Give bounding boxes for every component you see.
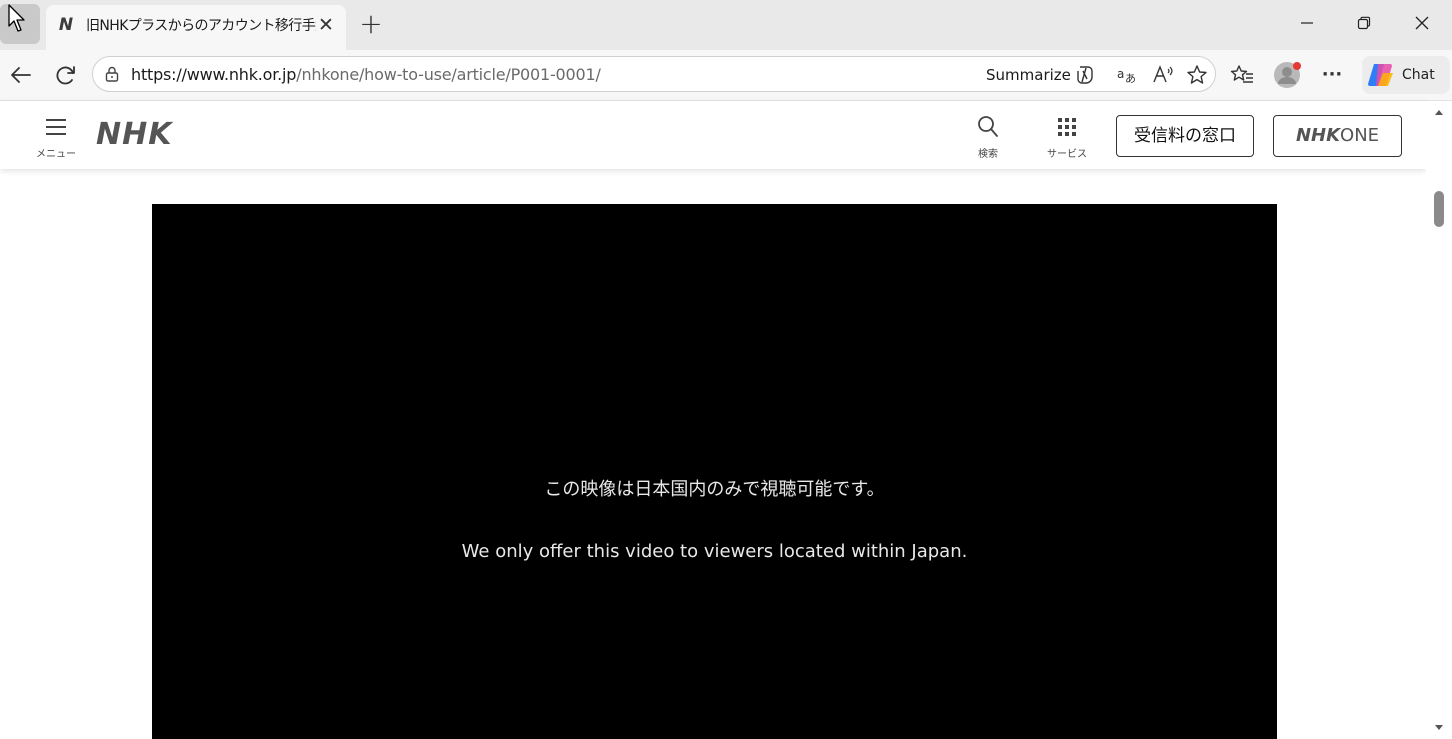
reception-fee-button[interactable]: 受信料の窓口 <box>1116 115 1254 157</box>
scroll-down-arrow-icon[interactable] <box>1434 723 1444 733</box>
tab-title: 旧NHKプラスからのアカウント移行手続 <box>86 18 316 34</box>
nhk-logo[interactable]: NHK <box>96 117 172 153</box>
copilot-summarize-icon[interactable] <box>1073 63 1097 87</box>
site-header: メニュー NHK 検索 サービス 受信料の窓口 NHKONE <box>0 101 1426 169</box>
new-tab-button[interactable]: + <box>356 10 386 40</box>
favorites-list-icon[interactable] <box>1229 62 1255 88</box>
translate-icon[interactable]: a あ <box>1115 63 1139 87</box>
nhk-one-logo: NHK <box>1295 125 1341 146</box>
nhk-favicon-icon: N <box>58 15 74 35</box>
avatar-icon <box>1274 62 1301 88</box>
scroll-thumb[interactable] <box>1434 191 1444 227</box>
tab-strip: N 旧NHKプラスからのアカウント移行手続 ✕ + <box>0 0 1452 50</box>
refresh-button[interactable] <box>50 60 82 90</box>
browser-toolbar: https://www.nhk.or.jp/nhkone/how-to-use/… <box>0 50 1452 100</box>
restore-icon <box>1357 16 1371 30</box>
minimize-icon <box>1301 22 1313 24</box>
tab-close-icon[interactable]: ✕ <box>316 13 336 37</box>
page-scrollbar[interactable] <box>1426 101 1452 739</box>
svg-text:a: a <box>1117 67 1124 81</box>
geo-restriction-message-en: We only offer this video to viewers loca… <box>461 541 968 562</box>
favorite-star-icon[interactable] <box>1185 63 1209 87</box>
summarize-label[interactable]: Summarize <box>986 65 1071 85</box>
refresh-icon <box>56 66 75 85</box>
nhk-one-suffix: ONE <box>1340 125 1380 146</box>
grid-apps-icon <box>1058 118 1076 136</box>
url-path: /nhkone/how-to-use/article/P001-0001/ <box>296 65 601 84</box>
close-icon <box>1415 16 1429 30</box>
services-label: サービス <box>1047 149 1087 160</box>
page-viewport: メニュー NHK 検索 サービス 受信料の窓口 NHKONE この映像は日本国内… <box>0 100 1452 739</box>
address-bar[interactable]: https://www.nhk.or.jp/nhkone/how-to-use/… <box>92 56 1216 92</box>
close-window-button[interactable] <box>1399 8 1445 42</box>
search-button[interactable]: 検索 <box>958 113 1018 161</box>
active-tab[interactable]: N 旧NHKプラスからのアカウント移行手続 ✕ <box>46 5 346 50</box>
geo-restriction-message-ja: この映像は日本国内のみで視聴可能です。 <box>544 479 885 500</box>
menu-label: メニュー <box>36 149 76 160</box>
chat-label: Chat <box>1402 67 1435 83</box>
back-arrow-icon <box>11 67 31 83</box>
video-player[interactable]: この映像は日本国内のみで視聴可能です。 We only offer this v… <box>152 204 1277 739</box>
hamburger-icon <box>46 119 66 135</box>
read-aloud-icon[interactable] <box>1151 63 1175 87</box>
services-button[interactable]: サービス <box>1037 113 1097 161</box>
scroll-up-arrow-icon[interactable] <box>1434 107 1444 117</box>
url-host: https://www.nhk.or.jp <box>131 65 297 84</box>
search-label: 検索 <box>978 149 998 160</box>
back-button[interactable] <box>5 60 37 90</box>
copilot-icon <box>1368 64 1393 86</box>
search-icon <box>978 116 998 137</box>
menu-button[interactable]: メニュー <box>28 113 84 161</box>
restore-button[interactable] <box>1341 8 1387 42</box>
more-options-button[interactable]: ··· <box>1318 63 1346 87</box>
profile-button[interactable] <box>1273 60 1303 90</box>
url-text[interactable]: https://www.nhk.or.jp/nhkone/how-to-use/… <box>131 65 601 85</box>
svg-text:あ: あ <box>1125 72 1136 85</box>
lock-icon[interactable] <box>103 65 121 83</box>
nhk-one-button[interactable]: NHKONE <box>1273 115 1402 157</box>
mouse-cursor-icon <box>8 4 25 32</box>
minimize-button[interactable] <box>1284 8 1330 42</box>
